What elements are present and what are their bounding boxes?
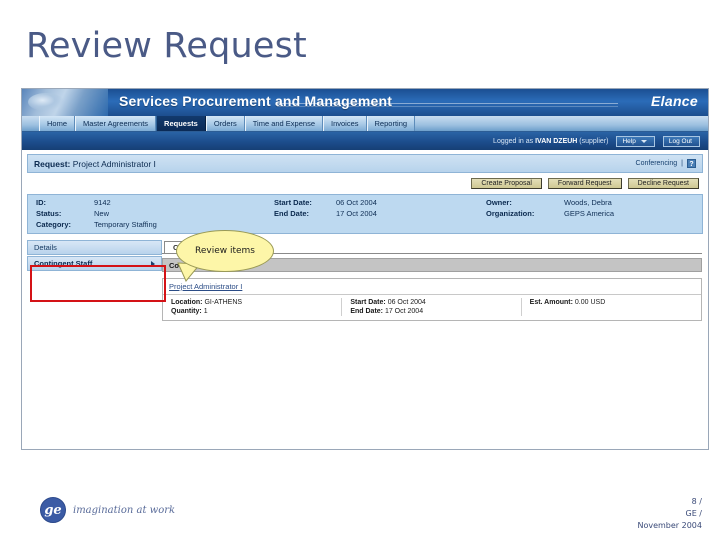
- decline-request-button[interactable]: Decline Request: [627, 178, 699, 189]
- request-header: Request: Project Administrator I Confere…: [27, 154, 703, 173]
- field-value-spacer-b: [564, 220, 694, 229]
- item-col-right: Est. Amount: 0.00 USD: [522, 298, 701, 316]
- field-value-category: Temporary Staffing: [94, 220, 157, 229]
- ge-logo: ge imagination at work: [40, 497, 175, 523]
- slide: Review Request Services Procurement and …: [0, 0, 720, 540]
- ge-monogram-icon: ge: [40, 497, 66, 523]
- field-value-status: New: [94, 209, 110, 218]
- slide-footer: 8 / GE / November 2004: [637, 496, 702, 532]
- item-start-date-value: 06 Oct 2004: [387, 299, 426, 306]
- field-value-spacer-a: [336, 220, 486, 229]
- tabbar-filler: [415, 116, 708, 131]
- footer-page-number: 8 /: [691, 497, 702, 506]
- login-bar: Logged in as IVAN DZEUH (supplier) Help …: [22, 132, 708, 150]
- field-value-end-date: 17 Oct 2004: [336, 209, 377, 218]
- item-col-left: Location: GI-ATHENS Quantity: 1: [163, 298, 343, 316]
- login-prefix: Logged in as: [493, 137, 536, 145]
- item-detail-grid: Location: GI-ATHENS Quantity: 1 Start Da…: [163, 295, 701, 320]
- main-nav-tabs[interactable]: Home Master Agreements Requests Orders T…: [22, 116, 708, 132]
- sidebar-item-label: Contingent Staff: [34, 259, 93, 268]
- tab-invoices[interactable]: Invoices: [323, 116, 367, 131]
- request-summary-panel: ID: 9142 Start Date: 06 Oct 2004 Owner: …: [27, 194, 703, 234]
- field-value-start-date: 06 Oct 2004: [336, 198, 377, 207]
- create-proposal-button[interactable]: Create Proposal: [471, 178, 542, 189]
- item-est-amount-label: Est. Amount:: [529, 299, 573, 306]
- field-label-organization: Organization:: [486, 209, 535, 218]
- tab-reporting[interactable]: Reporting: [366, 116, 416, 131]
- field-value-organization: GEPS America: [564, 209, 615, 218]
- callout-text: Review items: [195, 246, 255, 256]
- item-est-amount-row: Est. Amount: 0.00 USD: [530, 298, 693, 307]
- sidebar-item-contingent-staff[interactable]: Contingent Staff: [27, 256, 162, 271]
- left-sidebar: Details Contingent Staff: [22, 240, 162, 321]
- help-button-label: Help: [622, 137, 636, 145]
- item-location-row: Location: GI-ATHENS: [171, 298, 333, 307]
- item-end-date-value: 17 Oct 2004: [384, 308, 424, 315]
- field-label-status: Status:: [36, 209, 62, 218]
- item-start-date-row: Start Date: 06 Oct 2004: [350, 298, 512, 307]
- field-label-id: ID:: [36, 198, 46, 207]
- request-action-buttons: Create Proposal Forward Request Decline …: [27, 176, 703, 191]
- login-suffix: (supplier): [577, 137, 609, 145]
- request-title: Project Administrator I: [72, 158, 156, 169]
- elance-logo: Elance: [651, 93, 698, 109]
- list-item: Project Administrator I Location: GI-ATH…: [162, 278, 702, 321]
- request-header-left: Request: Project Administrator I: [34, 159, 156, 169]
- tab-requests[interactable]: Requests: [156, 116, 206, 131]
- banner-graphic-icon: [22, 89, 108, 116]
- app-banner: Services Procurement and Management Elan…: [22, 89, 708, 116]
- request-header-right: Conferencing | ?: [636, 159, 696, 168]
- banner-divider: [277, 103, 618, 107]
- item-quantity-row: Quantity: 1: [171, 307, 333, 316]
- request-label: Request:: [34, 158, 71, 169]
- field-value-id: 9142: [94, 198, 111, 207]
- field-label-category: Category:: [36, 220, 72, 229]
- tab-home[interactable]: Home: [39, 116, 76, 131]
- field-value-owner: Woods, Debra: [564, 198, 612, 207]
- item-end-date-label: End Date:: [350, 308, 383, 315]
- item-end-date-row: End Date: 17 Oct 2004: [350, 307, 512, 316]
- item-quantity-label: Quantity:: [171, 308, 202, 315]
- item-col-middle: Start Date: 06 Oct 2004 End Date: 17 Oct…: [342, 298, 522, 316]
- field-label-start-date: Start Date:: [274, 198, 312, 207]
- body-columns: Details Contingent Staff Contingent Staf…: [22, 240, 708, 321]
- footer-org: GE /: [685, 509, 703, 518]
- conferencing-link[interactable]: Conferencing: [636, 160, 678, 167]
- item-location-label: Location:: [171, 299, 203, 306]
- logout-button[interactable]: Log Out: [662, 135, 700, 147]
- page-title: Review Request: [26, 26, 307, 66]
- ge-tagline: imagination at work: [73, 504, 176, 516]
- tab-orders[interactable]: Orders: [205, 116, 245, 131]
- tab-time-and-expense[interactable]: Time and Expense: [244, 116, 323, 131]
- item-location-value: GI-ATHENS: [204, 299, 243, 306]
- callout-bubble: Review items: [176, 230, 274, 272]
- forward-request-button[interactable]: Forward Request: [547, 178, 622, 189]
- field-label-end-date: End Date:: [274, 209, 310, 218]
- sidebar-item-details[interactable]: Details: [27, 240, 162, 255]
- header-separator: |: [681, 160, 683, 167]
- field-label-owner: Owner:: [486, 198, 512, 207]
- sidebar-item-label: Details: [34, 243, 57, 252]
- chevron-down-icon: [640, 139, 647, 143]
- item-start-date-label: Start Date:: [350, 299, 386, 306]
- app-body: Request: Project Administrator I Confere…: [22, 154, 708, 449]
- chevron-right-icon: [151, 260, 155, 267]
- tab-master-agreements[interactable]: Master Agreements: [75, 116, 157, 131]
- help-icon[interactable]: ?: [687, 159, 696, 168]
- logged-in-status: Logged in as IVAN DZEUH (supplier): [493, 138, 608, 145]
- item-quantity-value: 1: [203, 308, 208, 315]
- help-button[interactable]: Help: [616, 135, 655, 147]
- logout-button-label: Log Out: [668, 137, 692, 145]
- field-label-spacer-a: [274, 220, 336, 229]
- app-screenshot: Services Procurement and Management Elan…: [21, 88, 709, 450]
- item-title-link[interactable]: Project Administrator I: [163, 279, 701, 295]
- footer-date: November 2004: [637, 521, 702, 530]
- item-est-amount-value: 0.00 USD: [574, 299, 606, 306]
- login-user: IVAN DZEUH: [535, 137, 578, 145]
- field-label-spacer-b: [486, 220, 564, 229]
